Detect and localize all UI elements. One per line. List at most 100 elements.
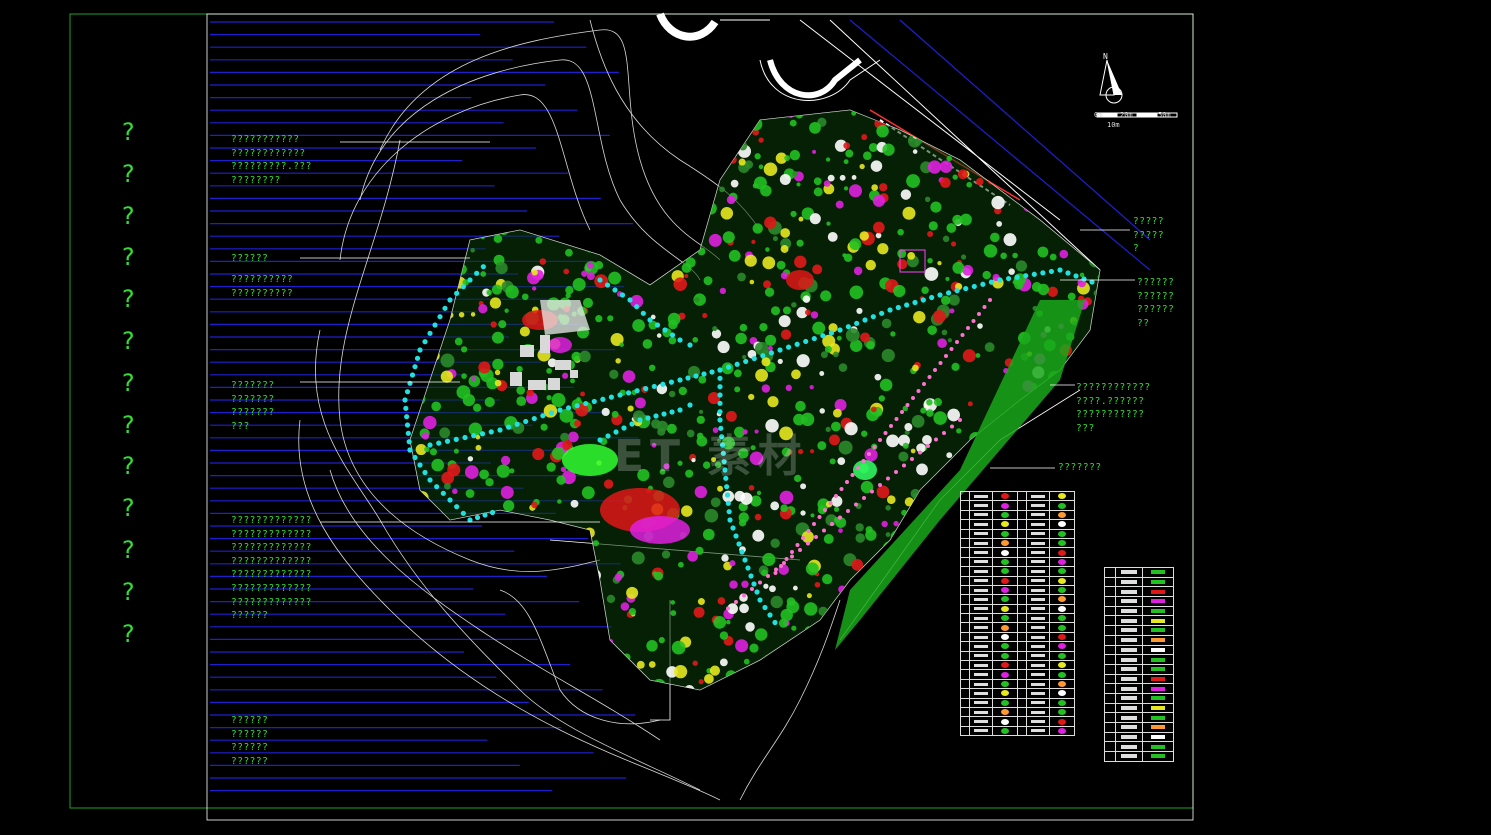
legend-side-row — [1104, 731, 1174, 743]
legend-index-cell — [1017, 528, 1027, 539]
note-line: ?????? — [1137, 304, 1175, 316]
legend-cell — [1115, 751, 1143, 762]
legend-index-cell — [960, 660, 970, 671]
legend-side-row — [1104, 567, 1174, 578]
legend-index-cell — [1017, 490, 1027, 502]
legend-index-cell — [1017, 688, 1027, 699]
legend-name-cell — [969, 650, 993, 662]
legend-swatch — [992, 641, 1018, 652]
legend-row — [960, 725, 1075, 737]
legend-side-row — [1104, 722, 1174, 733]
legend-index-cell — [1017, 566, 1027, 577]
legend-name-cell — [1026, 500, 1050, 511]
legend-name-cell — [969, 706, 993, 718]
legend-name-cell — [969, 725, 993, 737]
legend-swatch — [992, 584, 1018, 596]
legend-swatch — [1049, 697, 1075, 709]
legend-name-cell — [1026, 509, 1050, 521]
legend-name-cell — [1026, 660, 1050, 671]
legend-row — [960, 697, 1075, 709]
legend-name-cell — [969, 509, 993, 521]
note-line: ?????? — [231, 610, 269, 622]
legend-index-cell — [1017, 678, 1027, 690]
note-line: ??????? — [231, 393, 275, 405]
legend-side-row — [1104, 683, 1174, 694]
legend-cell — [1104, 654, 1116, 665]
legend-swatch — [992, 537, 1018, 549]
legend-name-cell — [969, 622, 993, 633]
legend-cell — [1104, 663, 1116, 675]
note-4: ???????????????????????? — [231, 379, 275, 433]
left-marker: ? — [120, 243, 136, 272]
legend-swatch — [1049, 706, 1075, 718]
legend-cell — [1115, 615, 1143, 627]
north-arrow-icon — [1099, 59, 1123, 104]
legend-swatch — [1049, 669, 1075, 680]
note-3: ???????????????????? — [231, 273, 293, 300]
legend-side-row — [1104, 751, 1174, 762]
legend-cell — [1104, 712, 1116, 723]
legend-name-cell — [1026, 622, 1050, 633]
legend-swatch — [1049, 603, 1075, 615]
legend-row — [960, 500, 1075, 511]
note-5: ????????????????????????????????????????… — [231, 514, 312, 623]
legend-side-row — [1104, 615, 1174, 627]
legend-name-cell — [1026, 566, 1050, 577]
legend-index-cell — [1017, 650, 1027, 662]
legend-name-cell — [1026, 613, 1050, 624]
legend-name-cell — [969, 631, 993, 643]
legend-name-cell — [1026, 669, 1050, 680]
legend-name-cell — [1026, 594, 1050, 605]
legend-index-cell — [1017, 641, 1027, 652]
legend-index-cell — [1017, 622, 1027, 633]
legend-side-row — [1104, 586, 1174, 598]
legend-index-cell — [1017, 706, 1027, 718]
legend-swatch — [992, 725, 1018, 737]
legend-index-cell — [1017, 584, 1027, 596]
rnote-1: ??????????? — [1133, 215, 1164, 256]
legend-swatch — [992, 622, 1018, 633]
legend-index-cell — [1017, 509, 1027, 521]
legend-swatch — [1142, 683, 1174, 694]
legend-index-cell — [960, 584, 970, 596]
legend-name-cell — [1026, 603, 1050, 615]
legend-name-cell — [969, 537, 993, 549]
note-line: ?????????? — [231, 287, 294, 299]
legend-row — [960, 547, 1075, 558]
legend-side-row — [1104, 741, 1174, 753]
legend-row — [960, 594, 1075, 605]
left-marker: ? — [120, 452, 136, 481]
left-marker: ? — [120, 326, 136, 355]
note-6: ???????????????????????? — [231, 714, 268, 768]
left-marker: ? — [120, 619, 136, 648]
legend-swatch — [1049, 500, 1075, 511]
legend-swatch — [1142, 596, 1174, 607]
legend-name-cell — [1026, 631, 1050, 643]
legend-index-cell — [960, 650, 970, 662]
legend-swatch — [1049, 594, 1075, 605]
rnote-3: ????????????????.???????????????????? — [1076, 381, 1151, 435]
legend-name-cell — [1026, 537, 1050, 549]
note-line: ????.?????? — [1076, 395, 1145, 407]
legend-index-cell — [1017, 547, 1027, 558]
legend-side-row — [1104, 634, 1174, 646]
legend-swatch — [1142, 673, 1174, 685]
legend-name-cell — [969, 566, 993, 577]
legend-index-cell — [1017, 631, 1027, 643]
legend-index-cell — [1017, 537, 1027, 549]
legend-row — [960, 613, 1075, 624]
legend-index-cell — [1017, 556, 1027, 568]
legend-name-cell — [969, 519, 993, 530]
legend-swatch — [1049, 650, 1075, 662]
legend-row — [960, 669, 1075, 680]
legend-swatch — [992, 688, 1018, 699]
legend-side-row — [1104, 625, 1174, 636]
legend-side-row — [1104, 663, 1174, 675]
legend-row — [960, 716, 1075, 727]
legend-side-row — [1104, 576, 1174, 588]
legend-swatch — [1142, 663, 1174, 675]
legend-name-cell — [969, 603, 993, 615]
legend-row — [960, 706, 1075, 718]
legend-side-row — [1104, 673, 1174, 685]
legend-index-cell — [960, 594, 970, 605]
